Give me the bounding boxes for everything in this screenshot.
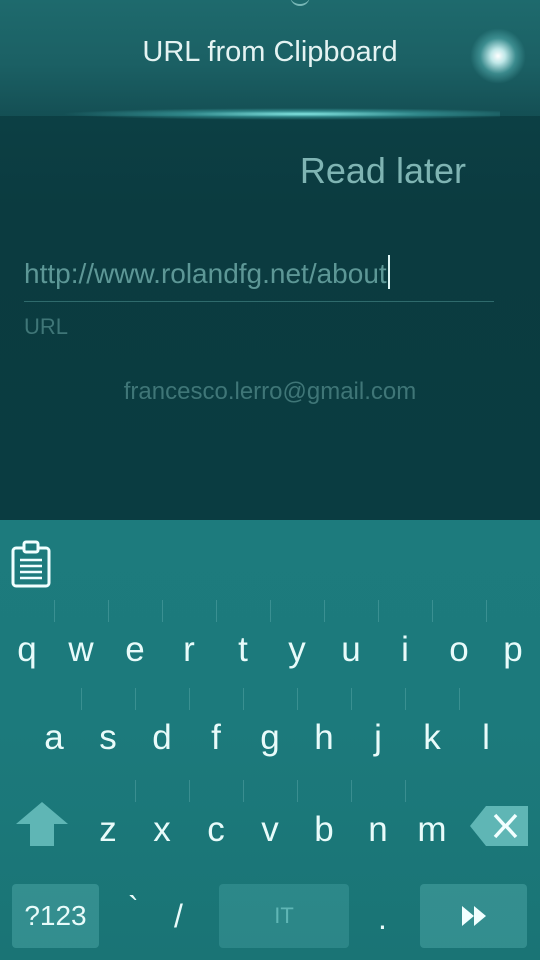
key-separator [405,780,406,802]
key-w[interactable]: w [61,632,101,667]
language-key[interactable]: IT [219,884,349,948]
backspace-icon[interactable] [468,804,530,848]
key-r[interactable]: r [169,632,209,667]
key-separator [108,600,109,622]
key-separator [135,688,136,710]
app-page: URL from Clipboard Read later http://www… [0,0,540,520]
text-caret [387,255,390,289]
key-separator [243,688,244,710]
key-separator [243,780,244,802]
key-separator [351,688,352,710]
key-separator [324,600,325,622]
key-separator [351,780,352,802]
key-f[interactable]: f [196,720,236,755]
key-separator [432,600,433,622]
key-separator [189,780,190,802]
key-separator [270,600,271,622]
key-y[interactable]: y [277,632,317,667]
slash-key[interactable]: / [174,898,183,935]
key-separator [459,688,460,710]
key-o[interactable]: o [439,632,479,667]
key-separator [189,688,190,710]
key-v[interactable]: v [250,812,290,847]
url-input[interactable]: http://www.rolandfg.net/about [24,255,494,302]
url-input-value[interactable]: http://www.rolandfg.net/about [24,258,387,290]
key-separator [486,600,487,622]
shift-icon[interactable] [14,800,70,848]
key-separator [297,688,298,710]
key-x[interactable]: x [142,812,182,847]
key-e[interactable]: e [115,632,155,667]
accept-button[interactable]: Read later [300,150,466,192]
page-title: URL from Clipboard [142,36,398,68]
virtual-keyboard: qwertyuiop asdfghjkl zxcvbnm ?123 ` / IT . [0,520,540,960]
symbols-key[interactable]: ?123 [12,884,99,948]
key-q[interactable]: q [7,632,47,667]
key-n[interactable]: n [358,812,398,847]
key-z[interactable]: z [88,812,128,847]
key-g[interactable]: g [250,720,290,755]
key-separator [297,780,298,802]
key-separator [216,600,217,622]
key-k[interactable]: k [412,720,452,755]
account-email: francesco.lerro@gmail.com [123,378,417,405]
key-c[interactable]: c [196,812,236,847]
key-u[interactable]: u [331,632,371,667]
key-t[interactable]: t [223,632,263,667]
key-i[interactable]: i [385,632,425,667]
key-h[interactable]: h [304,720,344,755]
pulley-glow-indicator [60,108,500,120]
key-p[interactable]: p [493,632,533,667]
clipboard-icon[interactable] [10,538,54,590]
key-separator [378,600,379,622]
key-separator [162,600,163,622]
enter-icon[interactable] [420,884,527,948]
key-a[interactable]: a [34,720,74,755]
key-separator [81,688,82,710]
key-m[interactable]: m [412,812,452,847]
key-separator [135,780,136,802]
key-separator [405,688,406,710]
key-s[interactable]: s [88,720,128,755]
key-b[interactable]: b [304,812,344,847]
backtick-key[interactable]: ` [128,890,139,927]
key-l[interactable]: l [466,720,506,755]
key-separator [54,600,55,622]
url-field-label: URL [24,314,69,339]
period-key[interactable]: . [378,900,387,937]
key-j[interactable]: j [358,720,398,755]
key-d[interactable]: d [142,720,182,755]
